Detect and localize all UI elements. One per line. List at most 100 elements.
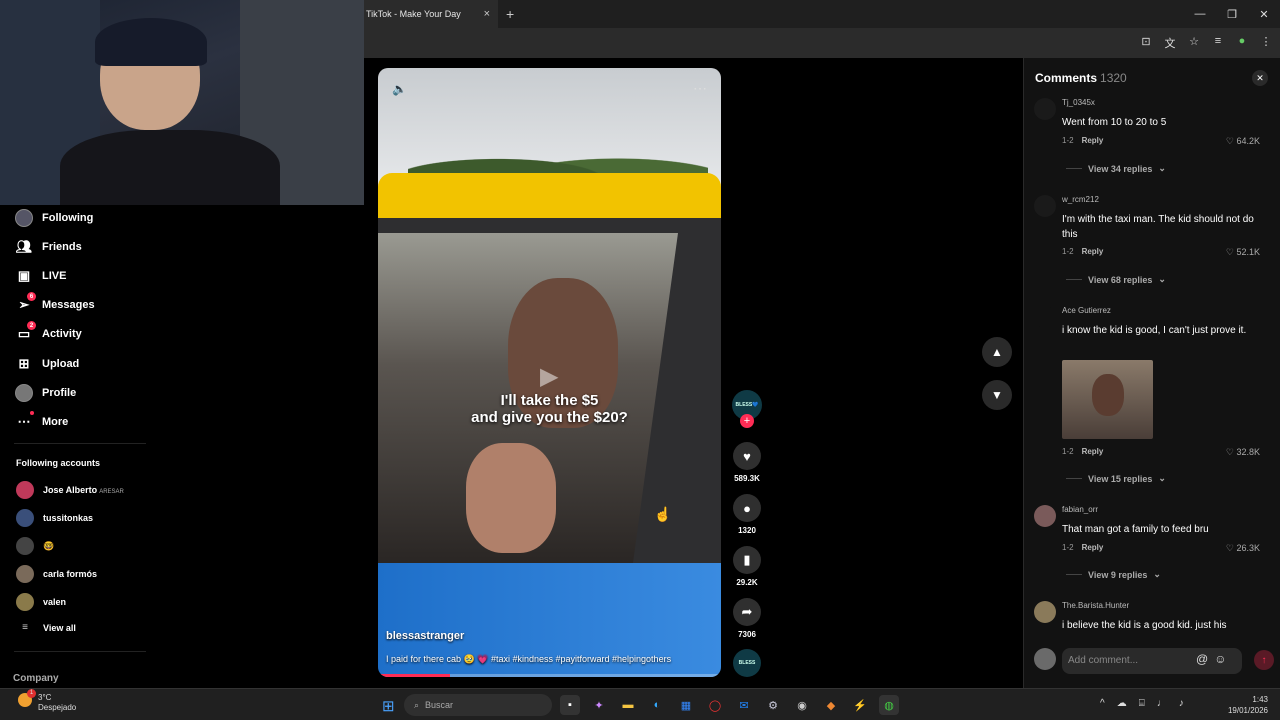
sidebar-item-activity[interactable]: ▭ 2 Activity — [14, 321, 82, 343]
comment-user[interactable]: fabian_orr — [1062, 505, 1098, 514]
chevron-up-icon[interactable]: ^ — [1100, 698, 1105, 709]
reply-button[interactable]: Reply — [1082, 247, 1104, 256]
chrome-icon[interactable]: ◍ — [879, 695, 899, 715]
browser-tab[interactable]: TikTok - Make Your Day × — [364, 0, 498, 28]
video-author[interactable]: blessastranger — [386, 630, 464, 642]
webcam-overlay — [0, 0, 364, 205]
more-options-icon[interactable]: ⋯ — [693, 80, 707, 97]
avatar[interactable] — [1034, 98, 1056, 120]
sidebar-item-profile[interactable]: Profile — [14, 384, 76, 402]
comment-user[interactable]: The.Barista.Hunter — [1062, 601, 1129, 610]
creator-avatar-button[interactable]: BLESS💙 + — [731, 390, 763, 428]
file-explorer-icon[interactable]: ▬ — [618, 695, 638, 715]
brave-icon[interactable]: ◆ — [821, 695, 841, 715]
avatar[interactable] — [1034, 195, 1056, 217]
company-link[interactable]: Company — [13, 673, 59, 684]
comment-likes[interactable]: ♡ 64.2K — [1226, 136, 1260, 147]
mute-icon[interactable]: 🔈 — [392, 82, 407, 96]
reply-button[interactable]: Reply — [1082, 136, 1104, 145]
next-video-button[interactable]: ▼ — [982, 380, 1012, 410]
comment-user[interactable]: Tj_0345x — [1062, 98, 1095, 107]
speaker-icon[interactable]: ♪ — [1179, 698, 1184, 709]
emoji-icon[interactable]: ☺ — [1214, 652, 1226, 666]
edge-icon[interactable]: ◐ — [647, 695, 667, 715]
steam-icon[interactable]: ⚙ — [763, 695, 783, 715]
taskbar-search-input[interactable]: ⌕ Buscar — [404, 694, 552, 716]
account-item[interactable]: Jose Alberto ARESAR — [16, 481, 124, 499]
sidebar-item-label: Profile — [42, 387, 77, 399]
sidebar-item-following[interactable]: Following — [14, 209, 93, 227]
follow-plus-icon[interactable]: + — [740, 414, 754, 428]
mention-icon[interactable]: @ — [1196, 652, 1208, 666]
comment-button[interactable]: ● 1320 — [731, 494, 763, 535]
outlook-icon[interactable]: ✉ — [734, 695, 754, 715]
comment-likes[interactable]: ♡ 26.3K — [1226, 543, 1260, 554]
close-comments-button[interactable]: ✕ — [1252, 70, 1268, 86]
comments-panel: Comments 1320 ✕ Tj_0345x Went from 10 to … — [1023, 58, 1280, 688]
music-disc-button[interactable]: BLESS — [731, 649, 763, 677]
avatar[interactable] — [1034, 505, 1056, 527]
windows-start-icon[interactable]: ⊞ — [382, 697, 395, 715]
share-button[interactable]: ➦ 7306 — [731, 598, 763, 639]
account-item[interactable]: 🤓 — [16, 537, 54, 555]
like-button[interactable]: ♥ 589.3K — [731, 442, 763, 483]
tab-title: TikTok - Make Your Day — [366, 9, 461, 19]
comment-text: I'm with the taxi man. The kid should no… — [1062, 214, 1254, 240]
store-icon[interactable]: ▦ — [676, 695, 696, 715]
translate-icon[interactable]: 文 — [1164, 35, 1176, 51]
comment-user[interactable]: w_rcm212 — [1062, 195, 1099, 204]
video-player[interactable]: 🔈 ⋯ ▶ I'll take the $5 and give you the $… — [378, 68, 721, 677]
install-icon[interactable]: ⊡ — [1140, 35, 1152, 51]
account-name: carla formós — [43, 569, 98, 579]
account-item[interactable]: carla formós — [16, 565, 97, 583]
weather-widget[interactable]: 3°CDespejado — [18, 689, 76, 713]
copilot-icon[interactable]: ✦ — [589, 695, 609, 715]
new-tab-button[interactable]: + — [506, 6, 514, 22]
comment-likes[interactable]: ♡ 32.8K — [1226, 447, 1260, 458]
previous-video-button[interactable]: ▲ — [982, 337, 1012, 367]
opera-icon[interactable]: ◯ — [705, 695, 725, 715]
avatar[interactable] — [1034, 601, 1056, 623]
sidebar-divider — [14, 651, 146, 652]
profile-icon[interactable]: ● — [1236, 35, 1248, 51]
app-icon[interactable]: ⚡ — [850, 695, 870, 715]
view-replies-button[interactable]: View 34 replies ⌄ — [1066, 163, 1166, 174]
task-view-icon[interactable]: ▪ — [560, 695, 580, 715]
sidebar-item-upload[interactable]: ⊞ Upload — [14, 355, 80, 373]
view-replies-button[interactable]: View 9 replies ⌄ — [1066, 569, 1161, 580]
video-progress-bar[interactable] — [378, 674, 721, 677]
play-icon[interactable]: ▶ — [540, 362, 558, 391]
cloud-icon[interactable]: ☁ — [1117, 698, 1127, 709]
following-accounts-title: Following accounts — [16, 458, 101, 468]
comment-likes[interactable]: ♡ 52.1K — [1226, 247, 1260, 258]
maximize-button[interactable]: ❐ — [1216, 0, 1248, 28]
comment-date: 1-2 — [1062, 543, 1074, 552]
close-window-button[interactable]: ✕ — [1248, 0, 1280, 28]
save-button[interactable]: ▮ 29.2K — [731, 546, 763, 587]
sidebar-item-more[interactable]: ⋯ More — [14, 411, 68, 431]
avatar — [16, 593, 34, 611]
sidebar-item-messages[interactable]: ➢ 6 Messages — [14, 292, 95, 314]
media-icon[interactable]: ≡ — [1212, 35, 1224, 51]
view-replies-button[interactable]: View 15 replies ⌄ — [1066, 473, 1166, 484]
sidebar-item-live[interactable]: ▣ LIVE — [14, 267, 67, 285]
microphone-icon[interactable]: ♩ — [1157, 698, 1167, 709]
view-replies-button[interactable]: View 68 replies ⌄ — [1066, 274, 1166, 285]
minimize-button[interactable]: — — [1184, 0, 1216, 28]
app-icon[interactable]: ◉ — [792, 695, 812, 715]
comment-gif-image[interactable] — [1062, 360, 1153, 439]
star-icon[interactable]: ☆ — [1188, 35, 1200, 51]
comment-user[interactable]: Ace Gutierrez — [1062, 306, 1111, 315]
account-item[interactable]: valen — [16, 593, 66, 611]
view-all-link[interactable]: ≡ View all — [16, 622, 76, 633]
reply-button[interactable]: Reply — [1082, 543, 1104, 552]
avatar[interactable] — [1034, 306, 1056, 328]
send-comment-button[interactable]: ↑ — [1254, 650, 1274, 670]
network-icon[interactable]: ⌸ — [1139, 698, 1145, 709]
menu-icon[interactable]: ⋮ — [1260, 35, 1272, 51]
taskbar-clock[interactable]: 1:43 19/01/2026 — [1228, 694, 1268, 716]
tab-close-icon[interactable]: × — [480, 8, 494, 20]
account-item[interactable]: tussitonkas — [16, 509, 93, 527]
reply-button[interactable]: Reply — [1082, 447, 1104, 456]
sidebar-item-friends[interactable]: 👥︎ Friends — [14, 238, 82, 256]
